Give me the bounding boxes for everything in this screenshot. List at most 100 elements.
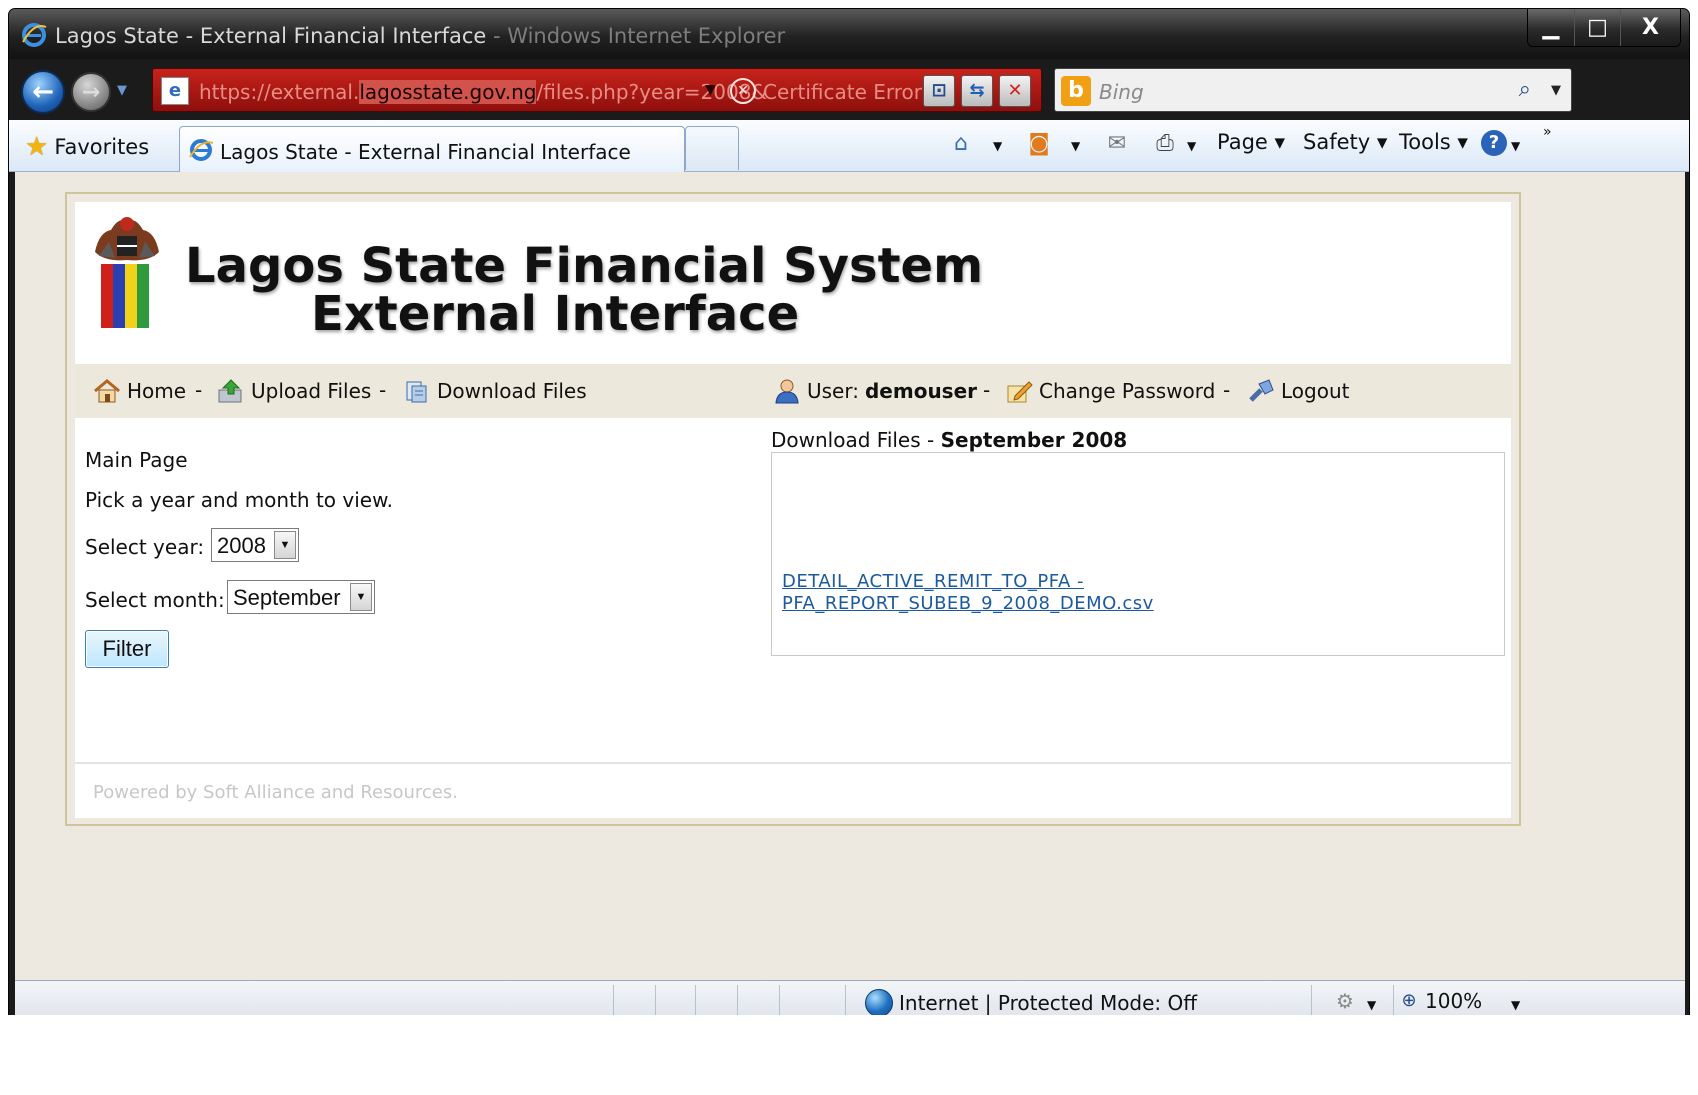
file-link-line2: PFA_REPORT_SUBEB_9_2008_DEMO.csv	[782, 593, 1154, 614]
new-tab-button[interactable]	[685, 126, 739, 170]
main-content: Main Page Pick a year and month to view.…	[75, 418, 1511, 762]
certificate-error-label[interactable]: Certificate Error	[763, 80, 922, 104]
month-select[interactable]: September ▼	[227, 580, 375, 614]
safety-menu-label: Safety	[1303, 130, 1371, 154]
address-row: ← → ▼ e https://external.lagosstate.gov.…	[9, 61, 1689, 121]
zoom-level[interactable]: 100%	[1425, 989, 1482, 1013]
home-dropdown-icon[interactable]: ▼	[993, 139, 1002, 153]
maximize-button[interactable]: □	[1574, 9, 1620, 46]
nav-upload-label: Upload Files	[251, 379, 372, 403]
tab-active[interactable]: Lagos State - External Financial Interfa…	[179, 126, 685, 172]
zoom-icon[interactable]: ⊕	[1395, 987, 1423, 1015]
chevron-down-icon: ▼	[350, 583, 372, 611]
user-icon	[775, 379, 799, 404]
bottom-margin	[0, 1015, 1698, 1095]
search-icon[interactable]: ⌕	[1519, 77, 1531, 102]
menu-separator: -	[983, 378, 991, 402]
star-icon: ★	[25, 132, 49, 162]
safety-menu[interactable]: Safety ▾	[1303, 130, 1387, 154]
address-dropdown-icon[interactable]: ▼	[705, 82, 716, 98]
filter-button[interactable]: Filter	[85, 630, 169, 668]
nav-download-files[interactable]: Download Files	[403, 378, 587, 404]
site-subtitle: External Interface	[311, 286, 800, 342]
url-host: lagosstate.gov.ng	[359, 80, 537, 104]
instruction-text: Pick a year and month to view.	[85, 488, 393, 512]
help-icon[interactable]: ?	[1481, 130, 1507, 156]
year-select[interactable]: 2008 ▼	[211, 528, 299, 562]
accelerator-icon[interactable]: ⚙	[1331, 987, 1359, 1015]
print-icon[interactable]: ⎙	[1151, 130, 1179, 158]
download-file-list: DETAIL_ACTIVE_REMIT_TO_PFA - PFA_REPORT_…	[771, 452, 1505, 656]
logout-icon	[1249, 379, 1274, 402]
window-title-suffix: - Windows Internet Explorer	[486, 24, 786, 48]
address-bar[interactable]: e https://external.lagosstate.gov.ng/fil…	[152, 68, 1042, 112]
stop-icon[interactable]: ✕	[999, 75, 1031, 107]
edit-password-icon	[1007, 381, 1033, 403]
nav-home[interactable]: Home	[93, 378, 186, 404]
user-label: User:	[807, 379, 859, 403]
search-bar[interactable]: b Bing ⌕ ▼	[1054, 68, 1572, 112]
address-url[interactable]: https://external.lagosstate.gov.ng/files…	[199, 80, 767, 104]
search-input[interactable]: Bing	[1099, 80, 1144, 104]
close-button[interactable]: X	[1620, 9, 1680, 46]
house-icon	[94, 379, 120, 403]
download-files-heading: Download Files - September 2008	[771, 428, 1127, 452]
favorites-label: Favorites	[54, 135, 150, 159]
accelerator-dropdown-icon[interactable]: ▼	[1367, 998, 1376, 1012]
minimize-button[interactable]: ▁	[1528, 9, 1574, 46]
username: demouser	[864, 379, 978, 403]
compatibility-view-icon[interactable]: ⊡	[923, 75, 955, 107]
menu-separator: -	[1223, 378, 1231, 402]
search-dropdown-icon[interactable]: ▼	[1551, 83, 1561, 98]
feeds-dropdown-icon[interactable]: ▼	[1071, 139, 1080, 153]
chevron-more-icon[interactable]: »	[1543, 124, 1552, 140]
upload-icon	[218, 379, 242, 403]
zoom-dropdown-icon[interactable]: ▼	[1511, 998, 1520, 1012]
help-dropdown-icon[interactable]: ▼	[1511, 139, 1520, 153]
year-label: Select year:	[85, 535, 205, 559]
current-user: User: demouser	[773, 378, 977, 404]
ie-page-icon	[189, 139, 214, 161]
nav-change-password[interactable]: Change Password	[1005, 378, 1215, 404]
feeds-icon[interactable]: ◙	[1025, 130, 1053, 158]
page-menu[interactable]: Page ▾	[1217, 130, 1285, 154]
page-viewport: Lagos State Financial System External In…	[15, 172, 1685, 980]
file-link-line1: DETAIL_ACTIVE_REMIT_TO_PFA -	[782, 571, 1084, 592]
download-file-link[interactable]: DETAIL_ACTIVE_REMIT_TO_PFA - PFA_REPORT_…	[782, 571, 1154, 615]
internet-zone-icon	[865, 989, 893, 1017]
home-icon[interactable]: ⌂	[947, 130, 975, 158]
menu-separator: -	[195, 378, 203, 402]
url-prefix: https://external.	[199, 80, 360, 104]
page-menu-label: Page	[1217, 130, 1268, 154]
site-header: Lagos State Financial System External In…	[75, 202, 1511, 364]
download-period: September 2008	[940, 428, 1128, 452]
nav-menu: Home - Upload Files - Download Files Use…	[75, 364, 1511, 418]
page-icon: e	[161, 77, 189, 105]
menu-separator: -	[379, 378, 387, 402]
title-bar: Lagos State - External Financial Interfa…	[9, 9, 1689, 59]
print-dropdown-icon[interactable]: ▼	[1187, 139, 1196, 153]
year-select-value: 2008	[217, 533, 266, 558]
site-title: Lagos State Financial System	[185, 238, 984, 294]
back-button[interactable]: ←	[21, 70, 65, 114]
forward-button[interactable]: →	[71, 72, 111, 112]
ie-logo-icon	[22, 23, 47, 47]
page-heading: Main Page	[85, 448, 188, 472]
mail-icon[interactable]: ✉	[1103, 130, 1131, 158]
download-icon	[406, 381, 427, 403]
recent-pages-dropdown[interactable]: ▼	[117, 83, 127, 98]
month-label: Select month:	[85, 588, 225, 612]
command-bar: ★ Favorites Lagos State - External Finan…	[9, 120, 1689, 172]
nav-change-password-label: Change Password	[1039, 379, 1216, 403]
security-zone-text[interactable]: Internet | Protected Mode: Off	[899, 991, 1197, 1015]
refresh-icon[interactable]: ⇆	[961, 75, 993, 107]
nav-logout[interactable]: Logout	[1247, 378, 1349, 404]
download-heading-label: Download Files -	[771, 428, 941, 452]
nav-logout-label: Logout	[1281, 379, 1350, 403]
certificate-error-icon[interactable]: ✕	[730, 78, 756, 104]
nav-upload-files[interactable]: Upload Files	[217, 378, 371, 404]
bing-logo-icon: b	[1061, 76, 1091, 106]
window-title: Lagos State - External Financial Interfa…	[55, 24, 785, 48]
tools-menu[interactable]: Tools ▾	[1399, 130, 1468, 154]
favorites-button[interactable]: ★ Favorites	[25, 132, 149, 162]
